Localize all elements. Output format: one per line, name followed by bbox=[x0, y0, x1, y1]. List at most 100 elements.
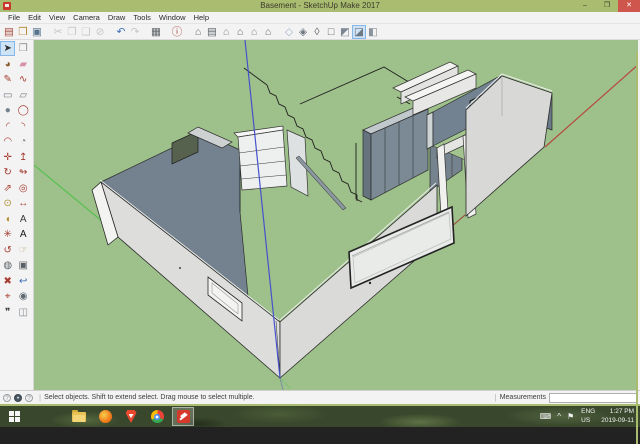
hidden-icons-caret[interactable]: ^ bbox=[557, 407, 561, 426]
new-button[interactable]: ▤ bbox=[2, 25, 16, 39]
line-tool[interactable]: ✎ bbox=[0, 72, 15, 87]
minimize-button[interactable]: – bbox=[574, 0, 596, 12]
front-view-button[interactable]: ⌂ bbox=[219, 25, 233, 39]
clock-date: 2019-09-11 bbox=[601, 416, 634, 424]
title-bar[interactable]: Basement - SketchUp Make 2017 – ❐ ✕ bbox=[0, 0, 640, 12]
left-view-button[interactable]: ⌂ bbox=[261, 25, 275, 39]
menu-window[interactable]: Window bbox=[155, 12, 190, 23]
section-plane-tool[interactable]: ◫ bbox=[16, 305, 31, 320]
zoom-window-tool[interactable]: ▣ bbox=[16, 258, 31, 273]
menu-help[interactable]: Help bbox=[190, 12, 213, 23]
menu-bar: File Edit View Camera Draw Tools Window Help bbox=[0, 12, 640, 24]
menu-tools[interactable]: Tools bbox=[129, 12, 155, 23]
polygon-tool[interactable]: ◯ bbox=[16, 103, 31, 118]
shaded-textures-style-button[interactable]: ◪ bbox=[352, 24, 366, 39]
rotate-tool[interactable]: ↻ bbox=[0, 165, 15, 180]
tape-measure-tool[interactable]: ⊙ bbox=[0, 196, 15, 211]
walk-tool[interactable]: ❞ bbox=[0, 305, 15, 320]
x-ray-style-button[interactable]: ◇ bbox=[282, 25, 296, 39]
language-indicator[interactable]: ENG US bbox=[581, 408, 595, 425]
model-info-button[interactable]: ⓘ bbox=[170, 25, 184, 39]
menu-file[interactable]: File bbox=[4, 12, 24, 23]
model-viewport[interactable] bbox=[34, 40, 638, 444]
large-tool-set: ➤ ❒ ◕ ▰ ✎ ∿ ▭ ▱ ● ◯ ◜ ◝ ◠ ◔ ✛ ↥ ↻ ↬ ⇗ ◎ ⊙ ↔ ◖ A ✳ A ↺ ☞ ◍ ▣ ✖ ↩ ⌖ ◉ ❞ ◫ bbox=[0, 40, 34, 390]
push-pull-tool[interactable]: ↥ bbox=[16, 150, 31, 165]
open-button[interactable]: ❒ bbox=[16, 25, 30, 39]
three-point-arc-tool[interactable]: ◠ bbox=[0, 134, 15, 149]
paint-bucket-tool[interactable]: ◕ bbox=[0, 57, 15, 72]
firefox-taskbar-button[interactable] bbox=[94, 407, 116, 426]
undo-button[interactable]: ↶ bbox=[114, 25, 128, 39]
look-around-tool[interactable]: ◉ bbox=[16, 289, 31, 304]
make-component-tool[interactable]: ❒ bbox=[16, 41, 31, 56]
offset-tool[interactable]: ◎ bbox=[16, 181, 31, 196]
copy-button[interactable]: ❐ bbox=[65, 25, 79, 39]
clock[interactable]: 1:27 PM 2019-09-11 bbox=[601, 408, 634, 425]
chrome-taskbar-button[interactable] bbox=[146, 407, 168, 426]
action-center-flag-icon[interactable]: ⚑ bbox=[567, 407, 574, 426]
rotated-rectangle-tool[interactable]: ▱ bbox=[16, 88, 31, 103]
wireframe-style-button[interactable]: ◊ bbox=[310, 25, 324, 39]
maximize-button[interactable]: ❐ bbox=[596, 0, 618, 12]
top-view-button[interactable]: ▤ bbox=[205, 25, 219, 39]
back-view-button[interactable]: ⌂ bbox=[247, 25, 261, 39]
redo-button[interactable]: ↷ bbox=[128, 25, 142, 39]
cut-button[interactable]: ✂ bbox=[51, 25, 65, 39]
measurements-input[interactable] bbox=[549, 392, 637, 403]
sketchup-icon bbox=[176, 410, 190, 423]
clock-time: 1:27 PM bbox=[609, 408, 634, 416]
window-right-border bbox=[636, 52, 638, 444]
two-point-arc-tool[interactable]: ◝ bbox=[16, 119, 31, 134]
chrome-icon bbox=[150, 410, 164, 423]
circle-tool[interactable]: ● bbox=[0, 103, 15, 118]
follow-me-tool[interactable]: ↬ bbox=[16, 165, 31, 180]
desktop: Basement - SketchUp Make 2017 – ❐ ✕ File… bbox=[0, 0, 640, 444]
menu-view[interactable]: View bbox=[45, 12, 69, 23]
axes-tool[interactable]: ✳ bbox=[0, 227, 15, 242]
touch-keyboard-icon[interactable]: ⌨ bbox=[540, 407, 552, 426]
zoom-extents-tool[interactable]: ✖ bbox=[0, 274, 15, 289]
measurements-label: Measurements bbox=[499, 394, 546, 401]
save-button[interactable]: ▣ bbox=[30, 25, 44, 39]
hidden-line-style-button[interactable]: □ bbox=[324, 25, 338, 39]
zoom-tool[interactable]: ◍ bbox=[0, 258, 15, 273]
close-button[interactable]: ✕ bbox=[618, 0, 640, 12]
geolocation-icon[interactable]: • bbox=[14, 393, 22, 402]
iso-view-button[interactable]: ⌂ bbox=[191, 25, 205, 39]
print-button[interactable]: ▦ bbox=[149, 25, 163, 39]
monochrome-style-button[interactable]: ◧ bbox=[366, 25, 380, 39]
menu-camera[interactable]: Camera bbox=[69, 12, 104, 23]
rectangle-tool[interactable]: ▭ bbox=[0, 88, 15, 103]
move-tool[interactable]: ✛ bbox=[0, 150, 15, 165]
file-explorer-icon bbox=[72, 409, 86, 422]
help-icon[interactable]: ? bbox=[3, 393, 11, 402]
orbit-tool[interactable]: ↺ bbox=[0, 243, 15, 258]
sketchup-taskbar-button[interactable] bbox=[172, 407, 194, 426]
dimension-tool[interactable]: ↔ bbox=[16, 196, 31, 211]
credits-icon[interactable]: ? bbox=[25, 393, 33, 402]
brave-taskbar-button[interactable] bbox=[120, 407, 142, 426]
menu-edit[interactable]: Edit bbox=[24, 12, 45, 23]
select-tool[interactable]: ➤ bbox=[0, 41, 16, 57]
shaded-style-button[interactable]: ◩ bbox=[338, 25, 352, 39]
freehand-tool[interactable]: ∿ bbox=[16, 72, 31, 87]
basement-model[interactable] bbox=[34, 40, 638, 390]
start-button[interactable] bbox=[4, 407, 26, 426]
erase-button[interactable]: ⊘ bbox=[93, 25, 107, 39]
file-explorer-taskbar-button[interactable] bbox=[68, 407, 90, 426]
menu-draw[interactable]: Draw bbox=[104, 12, 130, 23]
arc-tool[interactable]: ◜ bbox=[0, 119, 15, 134]
pie-tool[interactable]: ◔ bbox=[16, 134, 31, 149]
zoom-previous-tool[interactable]: ↩ bbox=[16, 274, 31, 289]
paste-button[interactable]: ❏ bbox=[79, 25, 93, 39]
eraser-tool[interactable]: ▰ bbox=[16, 57, 31, 72]
3d-text-tool[interactable]: A bbox=[16, 227, 31, 242]
back-edges-style-button[interactable]: ◈ bbox=[296, 25, 310, 39]
pan-tool[interactable]: ☞ bbox=[16, 243, 31, 258]
position-camera-tool[interactable]: ⌖ bbox=[0, 289, 15, 304]
right-view-button[interactable]: ⌂ bbox=[233, 25, 247, 39]
protractor-tool[interactable]: ◖ bbox=[0, 212, 15, 227]
firefox-icon bbox=[98, 410, 112, 423]
text-tool[interactable]: A bbox=[16, 212, 31, 227]
scale-tool[interactable]: ⇗ bbox=[0, 181, 15, 196]
